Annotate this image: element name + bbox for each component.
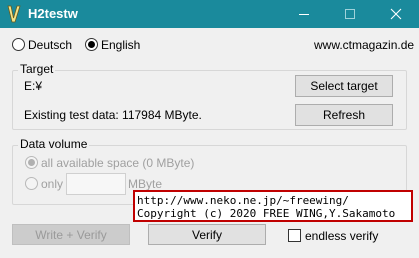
deutsch-label[interactable]: Deutsch: [28, 38, 72, 52]
tooltip-copyright: Copyright (c) 2020 FREE WING,Y.Sakamoto: [137, 207, 396, 220]
target-path: E:¥: [24, 79, 43, 93]
window-title: H2testw: [28, 6, 78, 21]
mbyte-unit-label: MByte: [128, 177, 163, 191]
title-bar[interactable]: H2testw: [0, 0, 419, 28]
close-button[interactable]: [373, 0, 419, 28]
minimize-icon: [299, 14, 309, 15]
close-icon: [390, 8, 402, 20]
website-link[interactable]: www.ctmagazin.de: [314, 38, 414, 52]
english-label[interactable]: English: [101, 38, 140, 52]
endless-verify-checkbox[interactable]: [288, 229, 301, 242]
maximize-button[interactable]: [327, 0, 373, 28]
data-volume-legend: Data volume: [18, 137, 90, 151]
only-label: only: [41, 177, 64, 191]
target-legend: Target: [18, 62, 56, 76]
copyright-tooltip: http://www.neko.ne.jp/~freewing/ Copyrig…: [133, 190, 413, 222]
all-space-label: all available space (0 MByte): [41, 156, 195, 170]
verify-button[interactable]: Verify: [148, 224, 266, 245]
size-input[interactable]: [66, 173, 126, 195]
endless-verify-label[interactable]: endless verify: [305, 229, 378, 243]
existing-data-text: Existing test data: 117984 MByte.: [24, 108, 202, 122]
refresh-button[interactable]: Refresh: [295, 104, 393, 126]
write-verify-button[interactable]: Write + Verify: [12, 224, 130, 245]
tooltip-url: http://www.neko.ne.jp/~freewing/: [137, 194, 349, 207]
all-space-radio[interactable]: [25, 156, 38, 169]
app-icon: [7, 5, 21, 23]
deutsch-radio[interactable]: [12, 38, 25, 51]
maximize-icon: [345, 9, 355, 19]
minimize-button[interactable]: [281, 0, 327, 28]
english-radio[interactable]: [85, 38, 98, 51]
select-target-button[interactable]: Select target: [295, 75, 393, 97]
only-radio[interactable]: [25, 177, 38, 190]
